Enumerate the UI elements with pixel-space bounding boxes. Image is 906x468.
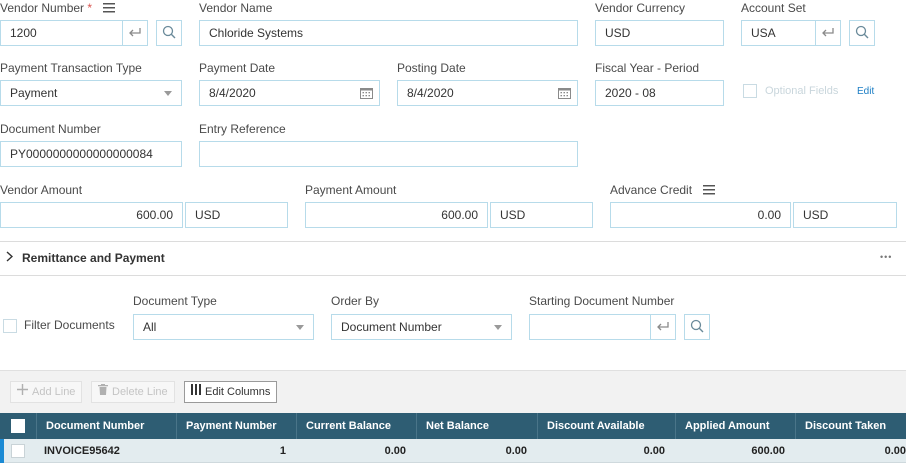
document-type-label: Document Type xyxy=(133,294,217,308)
delete-line-button[interactable]: Delete Line xyxy=(91,381,175,403)
optional-fields-label: Optional Fields xyxy=(765,85,839,97)
add-line-button[interactable]: Add Line xyxy=(10,381,83,403)
starting-doc-label: Starting Document Number xyxy=(529,294,675,308)
payment-amount-input[interactable]: 600.00 xyxy=(305,202,488,228)
row-indicator xyxy=(0,439,4,463)
cell-document-number[interactable]: INVOICE95642 xyxy=(38,439,176,463)
column-header[interactable]: Document Number xyxy=(36,413,176,439)
starting-doc-input[interactable] xyxy=(529,314,652,340)
account-set-input[interactable]: USA xyxy=(741,20,816,46)
document-number-input[interactable]: PY0000000000000000084 xyxy=(0,141,182,167)
chevron-right-icon[interactable] xyxy=(6,251,14,265)
delete-line-label: Delete Line xyxy=(112,386,168,398)
section-divider-bottom xyxy=(0,275,906,276)
payment-type-label: Payment Transaction Type xyxy=(0,61,142,75)
enter-icon xyxy=(128,26,142,40)
column-header[interactable]: Discount Taken xyxy=(795,413,906,439)
entry-reference-input[interactable] xyxy=(199,141,578,167)
chevron-down-icon xyxy=(155,81,181,105)
vendor-number-search-button[interactable] xyxy=(156,20,182,46)
fiscal-period-label: Fiscal Year - Period xyxy=(595,61,700,75)
cell-current-balance[interactable]: 0.00 xyxy=(296,439,412,463)
payment-type-value: Payment xyxy=(10,86,58,100)
trash-icon xyxy=(98,382,108,402)
row-checkbox[interactable] xyxy=(11,444,25,458)
edit-columns-label: Edit Columns xyxy=(205,386,271,398)
account-set-search-button[interactable] xyxy=(849,20,875,46)
chevron-down-icon xyxy=(287,315,313,339)
column-header[interactable]: Net Balance xyxy=(416,413,537,439)
search-icon xyxy=(690,319,704,336)
grid-header: Document Number Payment Number Current B… xyxy=(0,413,906,439)
menu-icon[interactable] xyxy=(703,184,716,198)
order-by-value: Document Number xyxy=(341,320,442,334)
vendor-amount-currency: USD xyxy=(185,202,288,228)
starting-doc-enter-button[interactable] xyxy=(650,314,676,340)
vendor-currency-input[interactable]: USD xyxy=(595,20,724,46)
column-header[interactable]: Applied Amount xyxy=(675,413,795,439)
columns-icon xyxy=(191,382,201,402)
enter-icon xyxy=(821,26,835,40)
advance-credit-currency: USD xyxy=(793,202,897,228)
optional-fields-edit-link[interactable]: Edit xyxy=(857,86,874,97)
document-type-select[interactable]: All xyxy=(133,314,314,340)
order-by-select[interactable]: Document Number xyxy=(331,314,512,340)
payment-date-value: 8/4/2020 xyxy=(209,86,256,100)
menu-icon[interactable] xyxy=(103,2,116,16)
column-header[interactable]: Discount Available xyxy=(537,413,675,439)
starting-doc-search-button[interactable] xyxy=(684,314,710,340)
advance-credit-label: Advance Credit xyxy=(610,183,716,198)
cell-net-balance[interactable]: 0.00 xyxy=(416,439,533,463)
filter-documents-checkbox[interactable] xyxy=(3,319,17,333)
more-options-icon[interactable]: ••• xyxy=(880,252,892,262)
search-icon xyxy=(855,25,869,42)
table-row[interactable]: INVOICE95642 1 0.00 0.00 0.00 600.00 0.0… xyxy=(0,439,906,463)
document-number-label: Document Number xyxy=(0,122,101,136)
account-set-label: Account Set xyxy=(741,1,806,15)
section-title[interactable]: Remittance and Payment xyxy=(22,251,165,265)
cell-discount-taken[interactable]: 0.00 xyxy=(795,439,906,463)
vendor-name-label: Vendor Name xyxy=(199,1,273,15)
column-header[interactable]: Payment Number xyxy=(176,413,296,439)
chevron-down-icon xyxy=(485,315,511,339)
vendor-name-input[interactable]: Chloride Systems xyxy=(199,20,578,46)
cell-discount-available[interactable]: 0.00 xyxy=(537,439,671,463)
calendar-icon[interactable] xyxy=(353,81,379,105)
cell-payment-number[interactable]: 1 xyxy=(176,439,292,463)
payment-date-label: Payment Date xyxy=(199,61,276,75)
enter-icon xyxy=(656,320,670,334)
cell-applied-amount[interactable]: 600.00 xyxy=(675,439,791,463)
payment-amount-label: Payment Amount xyxy=(305,183,397,197)
document-type-value: All xyxy=(143,320,157,334)
vendor-number-enter-button[interactable] xyxy=(122,20,148,46)
plus-icon xyxy=(17,382,28,402)
fiscal-period-input[interactable]: 2020 - 08 xyxy=(595,80,724,106)
vendor-number-input[interactable]: 1200 xyxy=(0,20,127,46)
payment-amount-currency: USD xyxy=(490,202,593,228)
add-line-label: Add Line xyxy=(32,386,76,398)
optional-fields-checkbox[interactable] xyxy=(743,84,757,98)
vendor-number-label: Vendor Number * xyxy=(0,1,116,16)
account-set-enter-button[interactable] xyxy=(815,20,841,46)
vendor-currency-label: Vendor Currency xyxy=(595,1,686,15)
payment-type-select[interactable]: Payment xyxy=(0,80,182,106)
vendor-amount-label: Vendor Amount xyxy=(0,183,83,197)
posting-date-label: Posting Date xyxy=(397,61,466,75)
vendor-amount-input[interactable]: 600.00 xyxy=(0,202,183,228)
search-icon xyxy=(162,25,176,42)
payment-date-input[interactable]: 8/4/2020 xyxy=(199,80,380,106)
column-header[interactable]: Current Balance xyxy=(296,413,416,439)
order-by-label: Order By xyxy=(331,294,380,308)
calendar-icon[interactable] xyxy=(551,81,577,105)
section-divider-top xyxy=(0,241,906,242)
advance-credit-input[interactable]: 0.00 xyxy=(610,202,791,228)
posting-date-input[interactable]: 8/4/2020 xyxy=(397,80,578,106)
entry-reference-label: Entry Reference xyxy=(199,122,286,136)
edit-columns-button[interactable]: Edit Columns xyxy=(184,381,278,403)
filter-documents-label: Filter Documents xyxy=(24,318,115,332)
posting-date-value: 8/4/2020 xyxy=(407,86,454,100)
select-all-checkbox[interactable] xyxy=(11,419,25,433)
